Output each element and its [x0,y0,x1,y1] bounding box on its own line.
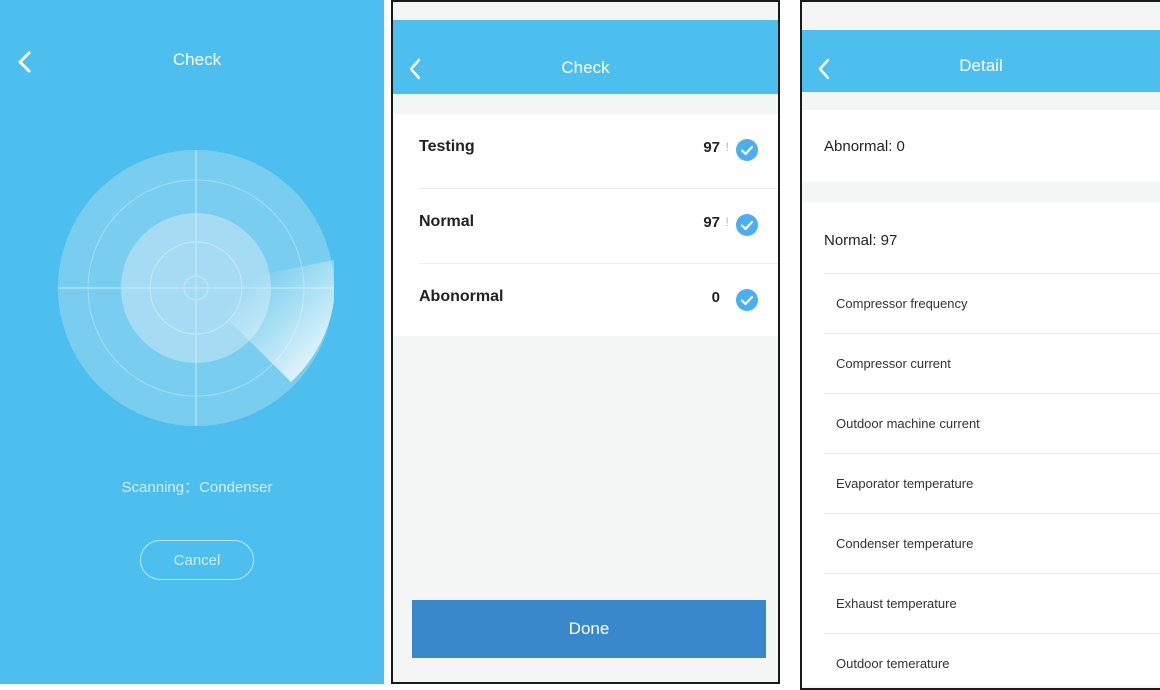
item-label: Exhaust temperature [836,596,957,611]
scan-screen: Check Scanning：Condenser Cancel [0,0,384,684]
radar-scan-graphic [58,150,334,426]
list-item-abnormal: Abonormal 0 [419,264,778,338]
row-count: 0 [711,289,720,306]
page-title: Check [561,58,610,77]
list-item[interactable]: Condenser temperature [824,514,1160,574]
row-label: Abonormal [419,288,504,305]
cancel-button[interactable]: Cancel [140,540,254,580]
item-label: Compressor current [836,356,951,371]
row-separator: ! [725,140,729,154]
list-item[interactable]: Outdoor temerature [824,634,1160,688]
scan-status: Scanning：Condenser [121,479,273,496]
page-title: Detail [959,56,1003,75]
header-bar: Detail [802,30,1160,92]
detail-screen: Detail Abnormal: 0 Normal: 97 Compressor… [800,0,1160,690]
result-screen: Check Testing 97 ! Normal 97 ! Abonormal… [391,0,780,684]
row-label: Testing [419,138,475,155]
done-button[interactable]: Done [412,600,766,658]
detail-items-list: Compressor frequency Compressor current … [824,274,1160,688]
check-circle-icon [736,289,758,311]
list-item-testing: Testing 97 ! [419,114,778,189]
check-circle-icon [736,214,758,236]
row-count: 97 [703,214,720,231]
check-circle-icon [736,139,758,161]
item-label: Evaporator temperature [836,476,974,491]
abnormal-section: Abnormal: 0 [802,110,1160,182]
item-label: Condenser temperature [836,536,974,551]
header-bar: Check [393,20,778,94]
abnormal-summary: Abnormal: 0 [824,138,905,155]
list-item[interactable]: Compressor frequency [824,274,1160,334]
row-count: 97 [703,139,720,156]
list-item[interactable]: Evaporator temperature [824,454,1160,514]
list-item-normal: Normal 97 ! [419,189,778,264]
list-item[interactable]: Compressor current [824,334,1160,394]
list-item[interactable]: Exhaust temperature [824,574,1160,634]
normal-summary: Normal: 97 [824,232,898,249]
item-label: Outdoor machine current [836,416,980,431]
page-title: Check [172,50,222,69]
list-item[interactable]: Outdoor machine current [824,394,1160,454]
row-separator: ! [725,215,729,229]
result-list: Testing 97 ! Normal 97 ! Abonormal 0 [393,114,778,336]
row-label: Normal [419,213,475,230]
normal-section: Normal: 97 Compressor frequency Compress… [802,202,1160,686]
item-label: Outdoor temerature [836,656,950,671]
item-label: Compressor frequency [836,296,968,311]
